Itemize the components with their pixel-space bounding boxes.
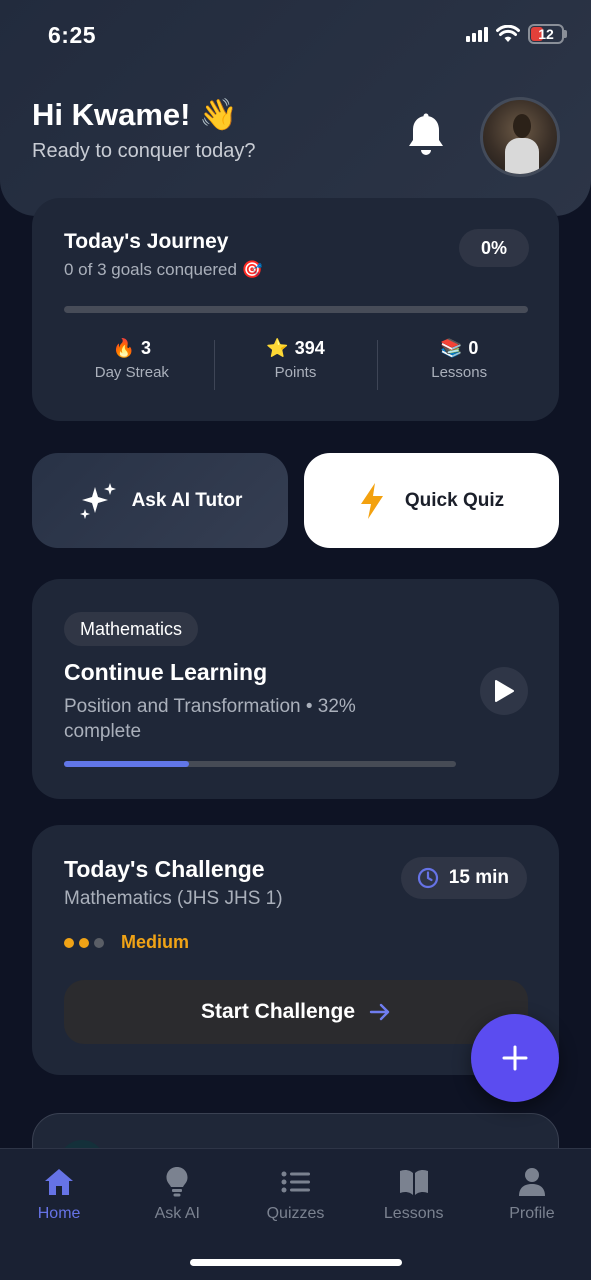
status-icons: 12 <box>466 24 567 44</box>
continue-learning-title: Continue Learning <box>64 659 268 685</box>
stat-value: 3 <box>141 338 152 358</box>
tab-label: Home <box>37 1205 81 1222</box>
stat-value: 0 <box>468 338 479 358</box>
tab-label: Quizzes <box>266 1205 325 1222</box>
play-icon <box>495 680 514 702</box>
fire-icon: 🔥 <box>112 338 136 358</box>
start-challenge-button[interactable]: Start Challenge <box>64 980 528 1044</box>
difficulty-label: Medium <box>121 932 190 952</box>
learning-progress-bar <box>64 761 456 767</box>
clock-icon <box>417 867 438 889</box>
books-icon: 📚 <box>439 338 463 358</box>
tab-label: Profile <box>509 1205 555 1222</box>
star-icon: ⭐ <box>266 338 289 358</box>
home-indicator <box>190 1259 402 1266</box>
battery-level: 12 <box>538 26 554 42</box>
difficulty-dot <box>79 937 89 948</box>
book-icon <box>398 1165 430 1199</box>
stat-label: Day Streak <box>94 364 169 381</box>
challenge-subtitle: Mathematics (JHS JHS 1) <box>64 888 283 909</box>
list-icon <box>281 1165 311 1199</box>
quick-quiz-label: Quick Quiz <box>404 489 505 511</box>
start-challenge-label: Start Challenge <box>200 1000 356 1023</box>
stat-day-streak: 🔥 3 Day Streak <box>50 338 214 388</box>
ask-ai-tutor-label: Ask AI Tutor <box>131 489 243 511</box>
duration-label: 15 min <box>448 867 509 888</box>
tab-ask-ai[interactable]: Ask AI <box>118 1165 236 1245</box>
arrow-right-icon <box>369 1003 390 1021</box>
sparkles-icon <box>79 482 116 519</box>
difficulty-dot <box>64 937 74 948</box>
tab-label: Lessons <box>383 1205 444 1222</box>
add-button[interactable] <box>471 1014 559 1102</box>
quick-quiz-button[interactable]: Quick Quiz <box>304 453 559 548</box>
battery-icon: 12 <box>528 24 564 44</box>
journey-progress-bar <box>64 306 528 313</box>
greeting-subtitle: Ready to conquer today? <box>32 140 256 162</box>
plus-icon <box>502 1045 528 1071</box>
journey-title: Today's Journey <box>64 230 229 253</box>
tab-quizzes[interactable]: Quizzes <box>236 1165 354 1245</box>
journey-subtitle: 0 of 3 goals conquered 🎯 <box>64 260 263 279</box>
journey-card: Today's Journey 0 of 3 goals conquered 🎯… <box>32 198 559 421</box>
greeting-title: Hi Kwame! 👋 <box>32 97 238 132</box>
wifi-icon <box>496 25 520 42</box>
subject-tag: Mathematics <box>64 612 199 646</box>
learning-progress-fill <box>64 761 190 767</box>
tab-lessons[interactable]: Lessons <box>355 1165 473 1245</box>
play-button[interactable] <box>480 667 528 715</box>
header: 6:25 12 Hi Kwame! 👋 Ready to conquer tod… <box>0 0 591 216</box>
ask-ai-tutor-button[interactable]: Ask AI Tutor <box>32 453 288 548</box>
lightbulb-icon <box>165 1165 189 1199</box>
avatar[interactable] <box>480 97 560 177</box>
challenge-title: Today's Challenge <box>64 856 265 882</box>
continue-learning-card[interactable]: Mathematics Continue Learning Position a… <box>32 579 559 799</box>
duration-badge: 15 min <box>400 857 527 899</box>
tab-home[interactable]: Home <box>0 1165 118 1245</box>
stat-points: ⭐ 394 Points <box>213 338 378 390</box>
status-time: 6:25 <box>48 22 97 48</box>
lightning-icon <box>360 482 383 519</box>
stat-label: Lessons <box>431 364 488 381</box>
journey-percent-badge: 0% <box>459 229 529 267</box>
person-icon <box>518 1165 546 1199</box>
difficulty-indicator: Medium <box>64 932 189 953</box>
continue-learning-description: Position and Transformation • 32% comple… <box>64 696 356 742</box>
tab-label: Ask AI <box>154 1205 200 1222</box>
stat-lessons: 📚 0 Lessons <box>377 338 541 390</box>
stat-value: 394 <box>294 338 325 358</box>
home-icon <box>43 1165 75 1199</box>
signal-icon <box>466 26 488 42</box>
journey-stats: 🔥 3 Day Streak ⭐ 394 Points 📚 0 Lessons <box>50 338 541 390</box>
stat-label: Points <box>274 364 317 381</box>
difficulty-dot <box>94 937 104 948</box>
tab-profile[interactable]: Profile <box>473 1165 591 1245</box>
status-bar: 6:25 12 <box>48 22 567 52</box>
bell-icon[interactable] <box>404 112 448 160</box>
